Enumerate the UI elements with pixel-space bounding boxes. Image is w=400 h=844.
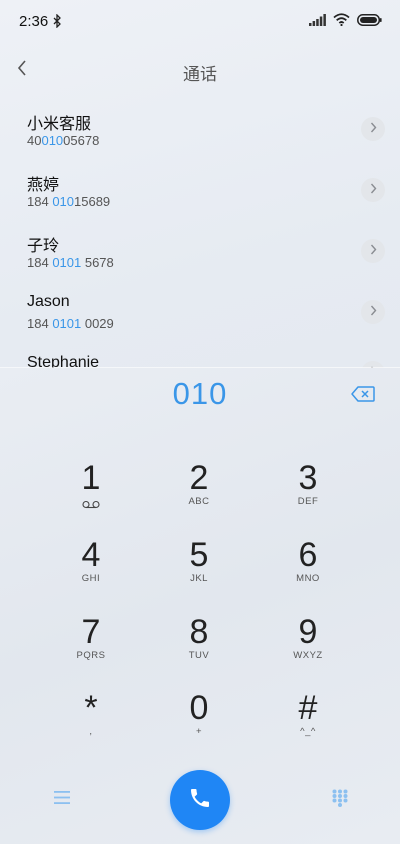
wifi-icon <box>333 13 350 31</box>
key-letters: WXYZ <box>293 650 323 661</box>
key-0[interactable]: 0 + <box>149 690 249 762</box>
key-digit: 3 <box>298 459 318 497</box>
bottom-action-bar <box>0 768 400 832</box>
header: 通话 <box>0 44 400 96</box>
chevron-right-icon <box>370 181 377 199</box>
keypad-toggle-button[interactable] <box>326 786 354 814</box>
key-digit: 7 <box>81 613 101 651</box>
contact-results-list: 小米客服 4001005678 燕婷 184 01015689 子玲 184 0… <box>0 100 400 368</box>
key-star[interactable]: * , <box>41 690 141 762</box>
chevron-right-icon <box>370 120 377 138</box>
key-7[interactable]: 7 PQRS <box>41 614 141 686</box>
menu-icon <box>54 791 70 809</box>
key-8[interactable]: 8 TUV <box>149 614 249 686</box>
status-time: 2:36 <box>19 13 49 30</box>
match-highlight: 010 <box>52 194 75 209</box>
key-letters: GHI <box>81 573 101 584</box>
key-digit: 8 <box>189 613 209 651</box>
contact-number: 184 0101 5678 <box>27 255 114 270</box>
key-digit: 4 <box>81 536 101 574</box>
match-highlight: 0101 <box>52 316 82 331</box>
contact-name: 燕婷 <box>27 177 60 194</box>
key-2[interactable]: 2 ABC <box>149 460 249 532</box>
key-digit: * <box>84 689 98 727</box>
voicemail-icon <box>41 496 141 509</box>
key-letters: , <box>89 726 93 737</box>
contact-name: Jason <box>27 293 70 310</box>
page-title: 通话 <box>183 65 217 84</box>
call-button[interactable] <box>170 770 230 830</box>
key-letters: TUV <box>188 650 210 661</box>
match-highlight: 0101 <box>52 255 82 270</box>
contact-name: 小米客服 <box>27 116 92 133</box>
dialed-number: 010 <box>172 376 228 411</box>
contact-name: Stephanie <box>27 354 100 368</box>
key-9[interactable]: 9 WXYZ <box>258 614 358 686</box>
contact-detail-button[interactable] <box>361 300 385 324</box>
key-letters: ABC <box>188 496 210 507</box>
key-letters: JKL <box>190 573 208 584</box>
key-6[interactable]: 6 MNO <box>258 537 358 609</box>
key-letters: DEF <box>297 496 319 507</box>
result-item[interactable]: 子玲 184 0101 5678 <box>0 222 400 283</box>
backspace-button[interactable] <box>348 384 378 408</box>
contact-name: 子玲 <box>27 238 60 255</box>
dialpad-icon <box>332 789 348 812</box>
result-item[interactable]: 燕婷 184 01015689 <box>0 161 400 222</box>
key-hash[interactable]: # ^_^ <box>258 690 358 762</box>
key-3[interactable]: 3 DEF <box>258 460 358 532</box>
key-digit: 6 <box>298 536 318 574</box>
key-digit: 9 <box>298 613 318 651</box>
contact-number: 4001005678 <box>27 133 100 148</box>
result-item[interactable]: 小米客服 4001005678 <box>0 100 400 161</box>
result-item[interactable]: Stephanie <box>0 344 400 368</box>
key-1[interactable]: 1 <box>41 460 141 532</box>
signal-icon <box>309 13 326 31</box>
key-digit: 1 <box>81 459 101 497</box>
key-letters: MNO <box>296 573 320 584</box>
contact-detail-button[interactable] <box>361 117 385 141</box>
backspace-icon <box>351 385 375 407</box>
chevron-right-icon <box>370 303 377 321</box>
key-digit: 5 <box>189 536 209 574</box>
chevron-right-icon <box>370 242 377 260</box>
key-letters: PQRS <box>76 650 106 661</box>
key-letters: + <box>195 726 203 737</box>
contact-number: 184 0101 0029 <box>27 316 114 331</box>
battery-icon <box>357 13 382 31</box>
contact-detail-button[interactable] <box>361 239 385 263</box>
contact-detail-button[interactable] <box>361 178 385 202</box>
result-item[interactable]: Jason 184 0101 0029 <box>0 283 400 344</box>
key-digit: # <box>298 689 318 727</box>
contact-number: 184 01015689 <box>27 194 111 209</box>
status-bar: 2:36 <box>0 0 400 44</box>
key-4[interactable]: 4 GHI <box>41 537 141 609</box>
contact-detail-button[interactable] <box>361 361 385 368</box>
menu-button[interactable] <box>48 786 76 814</box>
key-digit: 0 <box>189 689 209 727</box>
key-5[interactable]: 5 JKL <box>149 537 249 609</box>
bluetooth-icon <box>53 13 62 33</box>
phone-icon <box>188 786 212 815</box>
match-highlight: 010 <box>41 133 64 148</box>
key-letters: ^_^ <box>300 726 316 737</box>
key-digit: 2 <box>189 459 209 497</box>
